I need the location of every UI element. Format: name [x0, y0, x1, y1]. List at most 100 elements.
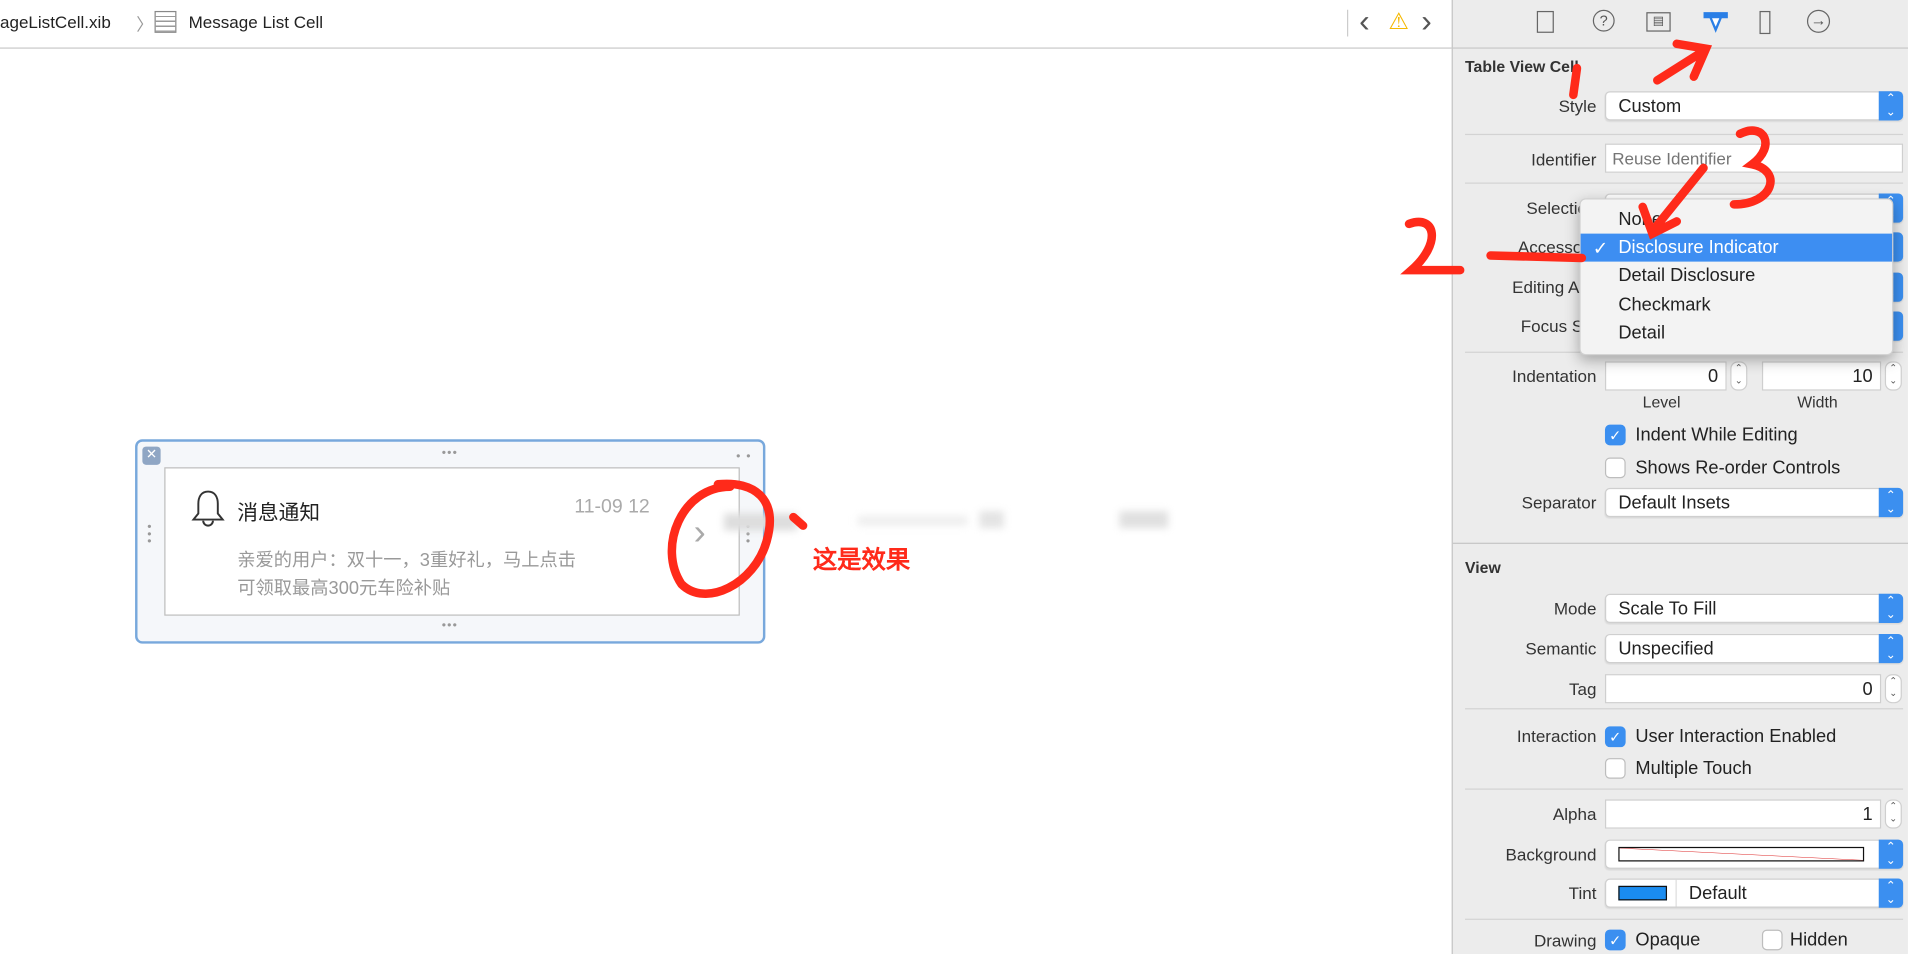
- semantic-popup[interactable]: Unspecified ⌃ ⌄: [1604, 633, 1904, 664]
- shows-reorder-checkbox[interactable]: [1604, 457, 1626, 479]
- updown-chevron-icon: ⌃⌄: [1878, 839, 1904, 869]
- checkmark-icon: ✓: [1592, 238, 1609, 260]
- divider: [1346, 9, 1349, 37]
- level-stepper[interactable]: ⌃ ⌄: [1730, 361, 1748, 391]
- divider: [1465, 788, 1904, 790]
- drawing-label: Drawing: [1533, 930, 1597, 951]
- annotation-note: 这是效果: [812, 547, 911, 575]
- tint-color-swatch: [1618, 885, 1668, 901]
- tag-field[interactable]: 0: [1604, 674, 1882, 704]
- xib-file-icon: [154, 10, 177, 33]
- help-icon[interactable]: ?: [1592, 9, 1615, 32]
- hidden-checkbox[interactable]: [1761, 929, 1783, 951]
- inspector-tab-bar: ? ▤ →: [1452, 0, 1908, 49]
- disclosure-indicator-icon: ›: [693, 512, 706, 553]
- separator-popup[interactable]: Default Insets ⌃ ⌄: [1604, 487, 1904, 518]
- user-interaction-label: User Interaction Enabled: [1635, 726, 1837, 748]
- tag-label: Tag: [1568, 678, 1597, 699]
- mode-value: Scale To Fill: [1618, 598, 1717, 620]
- connections-inspector-icon[interactable]: →: [1806, 9, 1831, 33]
- divider: [1465, 182, 1904, 184]
- style-popup[interactable]: Custom ⌃ ⌄: [1604, 91, 1904, 121]
- indent-while-editing-label: Indent While Editing: [1635, 424, 1798, 446]
- divider: [1465, 133, 1904, 136]
- tint-popup[interactable]: Default ⌃ ⌄: [1604, 878, 1904, 908]
- identifier-input[interactable]: [1604, 143, 1904, 173]
- indentation-width-field[interactable]: 10: [1761, 361, 1882, 391]
- semantic-value: Unspecified: [1618, 638, 1714, 660]
- opaque-checkbox[interactable]: ✓: [1604, 929, 1626, 951]
- indentation-label: Indentation: [1512, 366, 1597, 386]
- back-arrow-icon[interactable]: ‹: [1359, 2, 1370, 40]
- background-label: Background: [1505, 844, 1597, 864]
- cell-content-view: 消息通知 11-09 12 亲爱的用户：双十一，3重好礼，马上点击 可领取最高3…: [164, 467, 740, 616]
- multiple-touch-checkbox[interactable]: [1604, 758, 1626, 779]
- breadcrumb-file[interactable]: ageListCell.xib: [0, 12, 111, 31]
- accessory-dropdown-menu: None ✓ Disclosure Indicator Detail Discl…: [1579, 198, 1894, 356]
- breadcrumb-item[interactable]: Message List Cell: [189, 12, 323, 31]
- clear-color-swatch: [1618, 846, 1865, 862]
- menu-item-disclosure-indicator[interactable]: ✓ Disclosure Indicator: [1580, 233, 1893, 262]
- updown-chevron-icon: ⌃⌄: [1878, 487, 1904, 518]
- width-caption: Width: [1797, 393, 1838, 412]
- divider: [1465, 708, 1904, 710]
- blurred-content: [723, 511, 1211, 535]
- separator-value: Default Insets: [1618, 492, 1730, 514]
- indent-while-editing-checkbox[interactable]: ✓: [1604, 424, 1626, 446]
- resize-handle-bottom[interactable]: •••: [442, 619, 458, 632]
- cell-date: 11-09 12: [574, 496, 650, 518]
- menu-item-checkmark[interactable]: Checkmark: [1581, 291, 1893, 319]
- updown-chevron-icon: ⌃⌄: [1878, 633, 1904, 664]
- file-inspector-icon[interactable]: [1536, 10, 1554, 33]
- alpha-stepper[interactable]: ⌃ ⌄: [1884, 799, 1902, 829]
- tint-label: Tint: [1568, 883, 1597, 903]
- resize-handle-top[interactable]: •••: [442, 447, 458, 460]
- menu-item-none[interactable]: None: [1581, 206, 1893, 234]
- multiple-touch-label: Multiple Touch: [1635, 758, 1752, 779]
- attributes-inspector: ? ▤ → Table View Cell Style Custom ⌃ ⌄ Ide…: [1451, 0, 1908, 954]
- menu-item-detail-disclosure[interactable]: Detail Disclosure: [1581, 262, 1893, 290]
- mode-label: Mode: [1553, 598, 1597, 619]
- tint-value: Default: [1688, 883, 1747, 905]
- semantic-label: Semantic: [1525, 638, 1597, 659]
- cell-body-line-1: 亲爱的用户：双十一，3重好礼，马上点击: [237, 549, 576, 571]
- section-header-table-view-cell: Table View Cell: [1465, 57, 1579, 76]
- shows-reorder-label: Shows Re-order Controls: [1635, 457, 1841, 479]
- identifier-label: Identifier: [1531, 149, 1597, 170]
- size-inspector-icon[interactable]: [1759, 10, 1771, 35]
- background-popup[interactable]: ⌃ ⌄: [1604, 839, 1904, 869]
- divider: [1465, 918, 1904, 920]
- warning-icon[interactable]: ⚠: [1388, 9, 1409, 37]
- interaction-label: Interaction: [1516, 726, 1597, 746]
- menu-item-label: Disclosure Indicator: [1618, 237, 1779, 258]
- updown-chevron-icon: ⌃⌄: [1878, 593, 1904, 624]
- separator-label: Separator: [1521, 492, 1597, 513]
- indentation-level-field[interactable]: 0: [1604, 361, 1727, 391]
- updown-chevron-icon: ⌃⌄: [1878, 91, 1904, 121]
- level-caption: Level: [1642, 393, 1681, 412]
- resize-handle-top-right[interactable]: • •: [736, 450, 752, 463]
- user-interaction-checkbox[interactable]: ✓: [1604, 726, 1626, 748]
- width-stepper[interactable]: ⌃ ⌄: [1884, 361, 1902, 391]
- breadcrumb-separator: 〉: [136, 14, 154, 35]
- style-value: Custom: [1618, 96, 1682, 117]
- hidden-label: Hidden: [1789, 929, 1848, 951]
- alpha-field[interactable]: 1: [1604, 799, 1882, 829]
- resize-handle-left[interactable]: • • •: [147, 521, 152, 548]
- mode-popup[interactable]: Scale To Fill ⌃ ⌄: [1604, 593, 1904, 624]
- menu-item-detail[interactable]: Detail: [1581, 319, 1893, 347]
- editor-jump-bar: ageListCell.xib 〉 Message List Cell ‹ ⚠ …: [0, 0, 1452, 49]
- editing-accessory-label: Editing Acc: [1512, 277, 1597, 297]
- table-view-cell-frame[interactable]: ✕ ••• ••• • • ••• ••• 消息通知 11-09 12 亲爱的用…: [135, 439, 766, 644]
- bell-icon: [191, 490, 225, 527]
- cell-title: 消息通知: [237, 501, 321, 525]
- divider: [1675, 879, 1677, 907]
- selection-label: Selection: [1526, 198, 1597, 218]
- focus-style-label: Focus Sty: [1520, 316, 1597, 336]
- identity-inspector-icon[interactable]: ▤: [1646, 12, 1671, 32]
- alpha-label: Alpha: [1552, 804, 1597, 824]
- attributes-inspector-icon[interactable]: [1701, 9, 1730, 36]
- close-icon[interactable]: ✕: [142, 446, 161, 465]
- tag-stepper[interactable]: ⌃ ⌄: [1884, 674, 1902, 704]
- forward-arrow-icon[interactable]: ›: [1421, 2, 1432, 40]
